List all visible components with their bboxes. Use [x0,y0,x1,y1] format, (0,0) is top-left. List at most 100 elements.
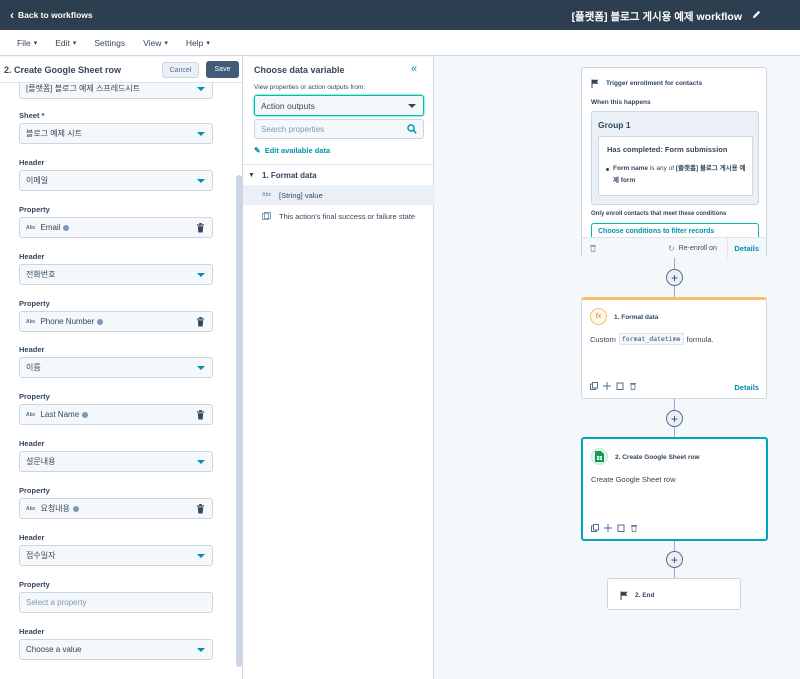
menu-edit[interactable]: Edit ▾ [55,38,76,48]
trash-icon[interactable] [196,410,205,420]
menu-view-label: View [143,37,162,48]
refresh-icon: ↻ [668,244,675,253]
header-placeholder: Choose a value [26,645,82,654]
clone-icon[interactable] [617,524,625,532]
format-data-card[interactable]: fx 1. Format data Custom format_datetime… [581,297,767,399]
top-bar: ‹ Back to workflows [플랫폼] 블로그 게시용 예제 wor… [0,0,800,30]
header-value: 이메일 [26,176,49,185]
property-token[interactable]: Abc Email [19,217,213,238]
filter-group: Group 1 Has completed: Form submission F… [591,111,759,205]
trigger-card[interactable]: Trigger enrollment for contacts When thi… [581,67,767,258]
back-to-workflows-link[interactable]: ‹ Back to workflows [10,9,93,21]
panel-title: Choose data variable [254,65,345,75]
property-token[interactable]: Abc 요청내용 [19,498,213,519]
filter-criteria[interactable]: Has completed: Form submission Form name… [598,136,753,196]
search-properties-input[interactable]: Search properties [254,119,424,139]
caret-down-icon [408,104,416,108]
move-icon[interactable] [603,382,611,390]
details-link[interactable]: Details [734,383,759,392]
menu-edit-label: Edit [55,37,70,48]
copy-icon[interactable] [591,524,599,532]
search-icon[interactable] [407,124,417,134]
abc-icon: Abc [26,224,36,231]
header-select[interactable]: 설문내용 [19,451,213,472]
workflow-canvas[interactable]: Trigger enrollment for contacts When thi… [435,57,800,679]
filter-field: Form name [613,165,649,172]
trigger-heading: Trigger enrollment for contacts [591,79,702,88]
cancel-button[interactable]: Cancel [162,62,199,78]
trash-icon[interactable] [629,382,637,390]
panel-header: 2. Create Google Sheet row Cancel Save [0,57,242,83]
variable-success-state[interactable]: This action's final success or failure s… [243,206,434,226]
header-label: Header [19,158,45,167]
spreadsheet-value: [플랫폼] 블로그 예제 스프레드시트 [26,84,141,93]
clone-icon[interactable] [616,382,624,390]
back-label: Back to workflows [18,10,93,20]
move-icon[interactable] [604,524,612,532]
trash-icon[interactable] [196,317,205,327]
menu-file[interactable]: File ▾ [17,38,37,48]
header-select[interactable]: Choose a value [19,639,213,660]
menu-settings[interactable]: Settings [94,38,125,48]
status-icon [262,211,271,220]
scrollbar[interactable] [234,83,242,679]
trash-icon[interactable] [589,244,597,252]
variable-string-value[interactable]: Abc [String] value [243,185,434,205]
action-edit-panel: 2. Create Google Sheet row Cancel Save [… [0,57,243,679]
trash-icon[interactable] [630,524,638,532]
scrollbar-thumb[interactable] [235,175,242,667]
property-value: 요청내용 [40,504,70,513]
property-token[interactable]: Abc Last Name [19,404,213,425]
google-sheet-card[interactable]: 2. Create Google Sheet row Create Google… [581,437,768,541]
edit-available-data-link[interactable]: ✎ Edit available data [254,146,330,155]
sheet-select[interactable]: 블로그 예제 시트 [19,123,213,144]
menu-help[interactable]: Help ▾ [186,38,210,48]
save-button[interactable]: Save [206,61,239,78]
spreadsheet-select[interactable]: [플랫폼] 블로그 예제 스프레드시트 [19,83,213,99]
flag-icon [591,79,599,88]
variable-label: [String] value [279,190,323,200]
trigger-heading-label: Trigger enrollment for contacts [606,80,703,87]
header-value: 전화번호 [26,270,56,279]
info-icon [63,224,70,231]
add-action-button[interactable]: + [666,410,683,427]
pencil-icon[interactable] [751,9,762,20]
menu-view[interactable]: View ▾ [143,38,168,48]
copy-icon[interactable] [590,382,598,390]
sheet-value: 블로그 예제 시트 [26,129,82,138]
property-token[interactable]: Abc Phone Number [19,311,213,332]
source-select[interactable]: Action outputs [254,95,424,116]
property-label: Property [19,486,50,495]
card-title: 1. Format data [614,314,659,321]
header-select[interactable]: 전화번호 [19,264,213,285]
add-action-button[interactable]: + [666,269,683,286]
reenroll-status[interactable]: ↻ Re-enroll on [668,244,717,253]
header-select[interactable]: 이메일 [19,170,213,191]
formula-code: format_datetime [618,333,684,345]
caret-down-icon [197,648,205,652]
info-icon [72,505,79,512]
end-card[interactable]: 2. End [607,578,741,610]
source-label: View properties or action outputs from: [254,84,366,91]
header-label: Header [19,533,45,542]
collapse-icon[interactable]: « [411,63,417,75]
caret-down-icon [197,273,205,277]
header-select[interactable]: 접수일자 [19,545,213,566]
group-format-data[interactable]: ▼ 1. Format data [248,171,317,180]
filter-rule: Form name is any of [플랫폼] 블로그 게시용 예제 for… [606,163,746,187]
trash-icon[interactable] [196,223,205,233]
add-action-button[interactable]: + [666,551,683,568]
data-variable-panel: Choose data variable « View properties o… [243,57,434,679]
property-value: Last Name [40,410,80,419]
details-link[interactable]: Details [734,244,759,253]
choose-conditions-link[interactable]: Choose conditions to filter records [591,223,759,237]
header-select[interactable]: 이름 [19,357,213,378]
workflow-title[interactable]: [플랫폼] 블로그 게시용 예제 workflow [572,9,742,24]
property-label: Property [19,392,50,401]
caret-down-icon [197,460,205,464]
variable-label: This action's final success or failure s… [279,211,416,221]
property-select[interactable]: Select a property [19,592,213,613]
trash-icon[interactable] [196,504,205,514]
abc-icon: Abc [262,192,272,198]
card-actions [591,522,643,534]
